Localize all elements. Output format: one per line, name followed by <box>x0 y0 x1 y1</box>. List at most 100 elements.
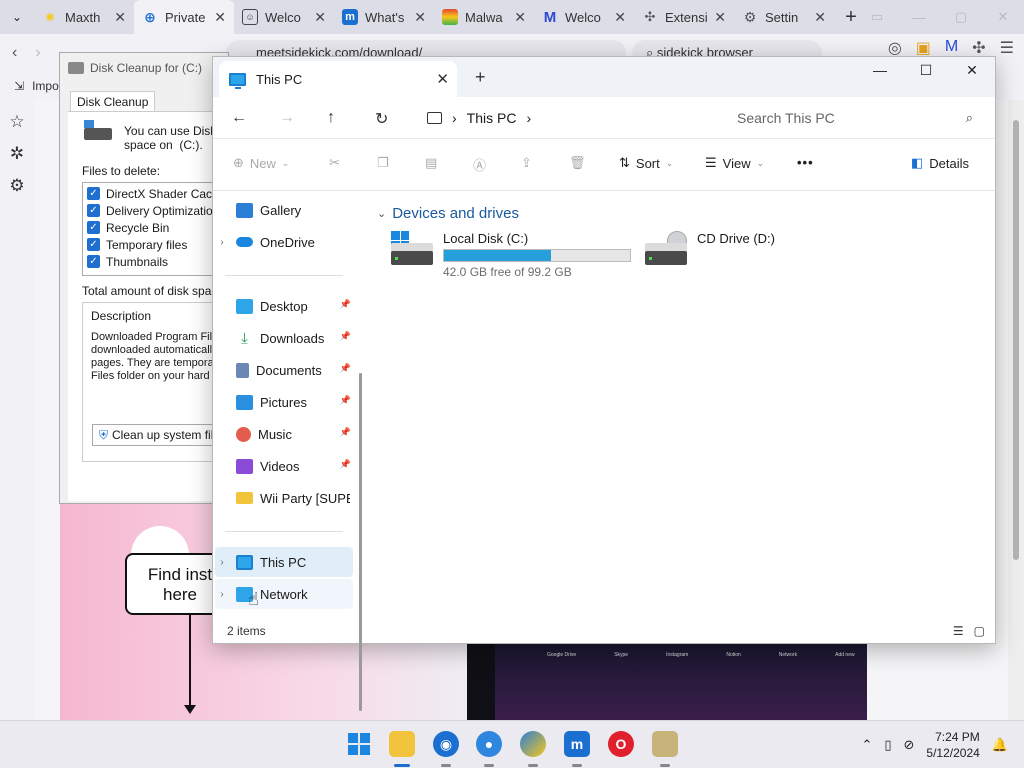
explorer-tab[interactable]: This PC ✕ <box>219 61 457 97</box>
close-tab-icon[interactable]: ✕ <box>514 9 526 26</box>
sidebar-item-network[interactable]: › Network <box>215 579 353 609</box>
start-windows-icon[interactable] <box>346 731 372 757</box>
checkbox-checked-icon[interactable]: ✓ <box>87 255 100 268</box>
rename-icon[interactable]: Ⓐ <box>473 155 486 174</box>
browser-tab[interactable]: ✣ Extensi ✕ <box>634 0 734 34</box>
details-button[interactable]: ◧ Details <box>911 155 969 171</box>
up-arrow-icon[interactable]: ↑ <box>327 109 335 127</box>
sidebar-item-videos[interactable]: Videos 📌 <box>215 451 353 481</box>
favorites-icon[interactable]: ☆ <box>0 112 34 132</box>
checkbox-checked-icon[interactable]: ✓ <box>87 238 100 251</box>
close-tab-icon[interactable]: ✕ <box>414 9 426 26</box>
maximize-icon[interactable]: ▢ <box>940 0 982 34</box>
sidebar-toggle-icon[interactable]: ▭ <box>856 0 898 34</box>
tab-list-menu-button[interactable]: ⌄ <box>0 0 34 34</box>
sort-button[interactable]: ⇅ Sort ⌄ <box>619 155 673 171</box>
camera-icon[interactable]: ◎ <box>888 38 902 58</box>
view-button[interactable]: ☰ View ⌄ <box>705 155 764 171</box>
checkbox-checked-icon[interactable]: ✓ <box>87 221 100 234</box>
disk-cleanup-taskbar-icon[interactable] <box>652 731 678 757</box>
share-icon[interactable]: ⇪ <box>521 155 532 171</box>
settings-gear-icon[interactable]: ⚙ <box>0 176 34 196</box>
clock[interactable]: 7:24 PM 5/12/2024 <box>926 729 979 761</box>
nav-scrollbar[interactable] <box>359 373 362 711</box>
malwarebytes-extension-icon[interactable]: M <box>945 38 958 58</box>
chevron-right-icon[interactable]: › <box>215 237 229 248</box>
chevron-right-icon[interactable]: › <box>452 110 457 126</box>
sidebar-item-music[interactable]: Music 📌 <box>215 419 353 449</box>
close-tab-icon[interactable]: ✕ <box>314 9 326 26</box>
chevron-right-icon[interactable]: › <box>215 589 229 600</box>
sidebar-item-desktop[interactable]: Desktop 📌 <box>215 291 353 321</box>
browser-icon[interactable]: ◉ <box>433 731 459 757</box>
minimize-icon[interactable]: — <box>898 0 940 34</box>
browser-tab[interactable]: M Welco ✕ <box>534 0 634 34</box>
checkbox-checked-icon[interactable]: ✓ <box>87 204 100 217</box>
details-view-icon[interactable]: ☰ <box>953 624 964 638</box>
close-window-icon[interactable]: ✕ <box>982 0 1024 34</box>
minimize-icon[interactable]: — <box>857 59 903 81</box>
tiles-view-icon[interactable]: ▢ <box>974 624 985 638</box>
globe-browser-icon[interactable] <box>520 731 546 757</box>
notification-bell-icon[interactable]: 🔔 <box>992 737 1008 753</box>
drive-local-disk-c[interactable]: Local Disk (C:) 42.0 GB free of 99.2 GB <box>391 231 641 279</box>
refresh-icon[interactable]: ↻ <box>375 109 388 129</box>
chevron-right-icon[interactable]: › <box>526 110 531 126</box>
chevron-down-icon[interactable]: ⌄ <box>377 207 386 220</box>
forward-arrow-icon[interactable]: → <box>279 109 295 127</box>
file-explorer-icon[interactable] <box>389 731 415 757</box>
battery-icon[interactable]: ▯ <box>884 737 891 753</box>
breadcrumb-item[interactable]: This PC <box>467 110 517 126</box>
maximize-icon[interactable]: ☐ <box>903 59 949 81</box>
sidebar-item-onedrive[interactable]: › OneDrive <box>215 227 353 257</box>
browser-tab[interactable]: ⚙ Settin ✕ <box>734 0 834 34</box>
close-tab-icon[interactable]: ✕ <box>114 9 126 26</box>
chrome-icon[interactable]: ● <box>476 731 502 757</box>
page-scrollbar[interactable] <box>1008 100 1024 720</box>
extensions-icon[interactable]: ✣ <box>972 38 985 58</box>
sidebar-item-pictures[interactable]: Pictures 📌 <box>215 387 353 417</box>
forward-icon[interactable]: › <box>35 44 40 62</box>
ai-icon[interactable]: ✲ <box>0 144 34 164</box>
back-arrow-icon[interactable]: ← <box>231 109 247 127</box>
copy-icon[interactable]: ❐ <box>377 155 389 171</box>
bookmark-import[interactable]: Impo <box>32 79 59 93</box>
sidebar-item-this-pc[interactable]: › This PC <box>215 547 353 577</box>
browser-tab[interactable]: m What's ✕ <box>334 0 434 34</box>
browser-tab[interactable]: ☺ Welco ✕ <box>234 0 334 34</box>
menu-icon[interactable]: ☰ <box>1000 38 1014 58</box>
close-tab-icon[interactable]: ✕ <box>436 70 449 88</box>
sidebar-item-gallery[interactable]: Gallery <box>215 195 353 225</box>
note-icon[interactable]: ▣ <box>916 38 931 58</box>
browser-tab-active[interactable]: ⊕ Private ✕ <box>134 0 234 34</box>
group-header-devices[interactable]: ⌄ Devices and drives <box>377 205 519 222</box>
close-tab-icon[interactable]: ✕ <box>614 9 626 26</box>
see-more-button[interactable]: ••• <box>797 155 814 170</box>
chevron-up-icon[interactable]: ⌃ <box>861 737 872 753</box>
close-window-icon[interactable]: ✕ <box>949 59 995 81</box>
opera-icon[interactable]: O <box>608 731 634 757</box>
sidebar-item-downloads[interactable]: ⤓ Downloads 📌 <box>215 323 353 353</box>
network-off-icon[interactable]: ⊘ <box>904 737 915 753</box>
new-button[interactable]: ⊕ New ⌄ <box>233 155 289 171</box>
drive-cd-d[interactable]: CD Drive (D:) <box>645 231 825 275</box>
browser-tab[interactable]: Malwa ✕ <box>434 0 534 34</box>
checkbox-checked-icon[interactable]: ✓ <box>87 187 100 200</box>
breadcrumb[interactable]: › This PC › <box>413 103 709 133</box>
paste-icon[interactable]: ▤ <box>425 155 437 171</box>
close-tab-icon[interactable]: ✕ <box>214 9 226 26</box>
tab-disk-cleanup[interactable]: Disk Cleanup <box>70 91 156 112</box>
close-tab-icon[interactable]: ✕ <box>714 9 726 26</box>
scrollbar-thumb[interactable] <box>1013 120 1019 560</box>
chevron-right-icon[interactable]: › <box>215 557 229 568</box>
explorer-search-input[interactable]: Search This PC ⌕ <box>723 103 983 133</box>
maxthon-icon[interactable]: m <box>564 731 590 757</box>
browser-tab[interactable]: ✺ Maxth ✕ <box>34 0 134 34</box>
cut-icon[interactable]: ✂ <box>329 155 340 171</box>
close-tab-icon[interactable]: ✕ <box>814 9 826 26</box>
sidebar-item-documents[interactable]: Documents 📌 <box>215 355 353 385</box>
sidebar-item-folder[interactable]: Wii Party [SUPE( <box>215 483 353 513</box>
back-icon[interactable]: ‹ <box>12 44 17 62</box>
new-tab-button[interactable]: + <box>475 67 486 88</box>
delete-icon[interactable]: 🗑 <box>569 155 586 171</box>
